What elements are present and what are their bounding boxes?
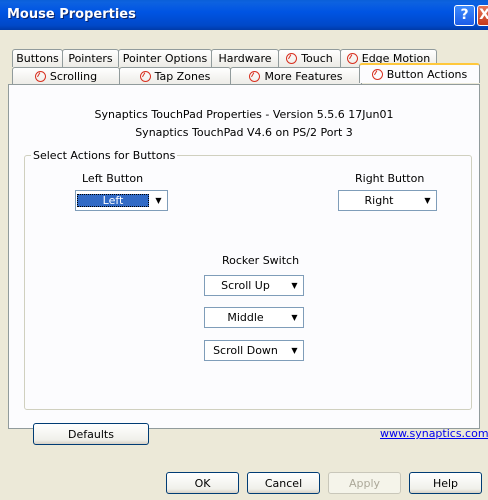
tab-label: Scrolling	[49, 70, 98, 83]
ok-button[interactable]: OK	[166, 472, 239, 494]
synaptics-link[interactable]: www.synaptics.com	[380, 427, 488, 440]
close-title-button[interactable]: X	[477, 5, 488, 26]
tab-tap-zones[interactable]: Tap Zones	[119, 67, 231, 85]
left-button-value: Left	[77, 194, 149, 207]
tab-pointer-options[interactable]: Pointer Options	[118, 49, 212, 67]
tab-more-features[interactable]: More Features	[230, 67, 362, 85]
tab-label: Pointers	[68, 52, 113, 65]
synaptics-icon	[139, 71, 151, 82]
tab-label: Button Actions	[386, 67, 468, 81]
tab-button-actions[interactable]: Button Actions	[359, 63, 480, 83]
rocker-down-value: Scroll Down	[213, 344, 278, 357]
tab-label: Tap Zones	[154, 70, 211, 83]
tab-hardware[interactable]: Hardware	[211, 49, 279, 67]
rocker-down-select[interactable]: Scroll Down ▼	[204, 340, 304, 361]
synaptics-icon	[286, 53, 298, 64]
rocker-switch-label: Rocker Switch	[222, 254, 300, 267]
chevron-down-icon[interactable]: ▼	[420, 192, 435, 209]
tab-buttons[interactable]: Buttons	[12, 49, 63, 67]
right-button-value: Right	[364, 194, 394, 207]
rocker-press-value: Middle	[227, 311, 264, 324]
chevron-down-icon[interactable]: ▼	[287, 342, 302, 359]
chevron-down-icon[interactable]: ▼	[287, 309, 302, 326]
rocker-up-value: Scroll Up	[221, 279, 270, 292]
synaptics-icon	[249, 71, 261, 82]
right-button-label: Right Button	[355, 172, 425, 185]
tab-touch[interactable]: Touch	[278, 49, 341, 67]
tab-label: Touch	[301, 52, 333, 65]
window-title: Mouse Properties	[7, 7, 136, 22]
help-title-button[interactable]: ?	[454, 5, 475, 26]
tab-pointers[interactable]: Pointers	[62, 49, 119, 67]
synaptics-icon	[34, 71, 46, 82]
cancel-button[interactable]: Cancel	[247, 472, 320, 494]
left-button-label: Left Button	[82, 172, 144, 185]
title-bar: Mouse Properties ? X	[0, 0, 488, 30]
synaptics-icon	[371, 68, 383, 80]
tab-label: Buttons	[16, 52, 59, 65]
help-button[interactable]: Help	[409, 472, 482, 494]
chevron-down-icon[interactable]: ▼	[287, 277, 302, 294]
rocker-up-select[interactable]: Scroll Up ▼	[204, 275, 304, 296]
apply-button: Apply	[328, 472, 401, 494]
group-legend: Select Actions for Buttons	[31, 149, 178, 162]
port-info: Synaptics TouchPad V4.6 on PS/2 Port 3	[135, 126, 353, 139]
right-button-select[interactable]: Right ▼	[338, 190, 437, 211]
rocker-press-select[interactable]: Middle ▼	[204, 307, 304, 328]
synaptics-icon	[346, 53, 358, 64]
chevron-down-icon[interactable]: ▼	[151, 192, 166, 209]
version-info: Synaptics TouchPad Properties - Version …	[94, 108, 394, 121]
tab-label: Pointer Options	[122, 52, 208, 65]
tab-label: More Features	[264, 70, 343, 83]
tab-scrolling[interactable]: Scrolling	[12, 67, 120, 85]
defaults-button[interactable]: Defaults	[33, 423, 149, 445]
left-button-select[interactable]: Left ▼	[75, 190, 168, 211]
tab-label: Hardware	[218, 52, 272, 65]
